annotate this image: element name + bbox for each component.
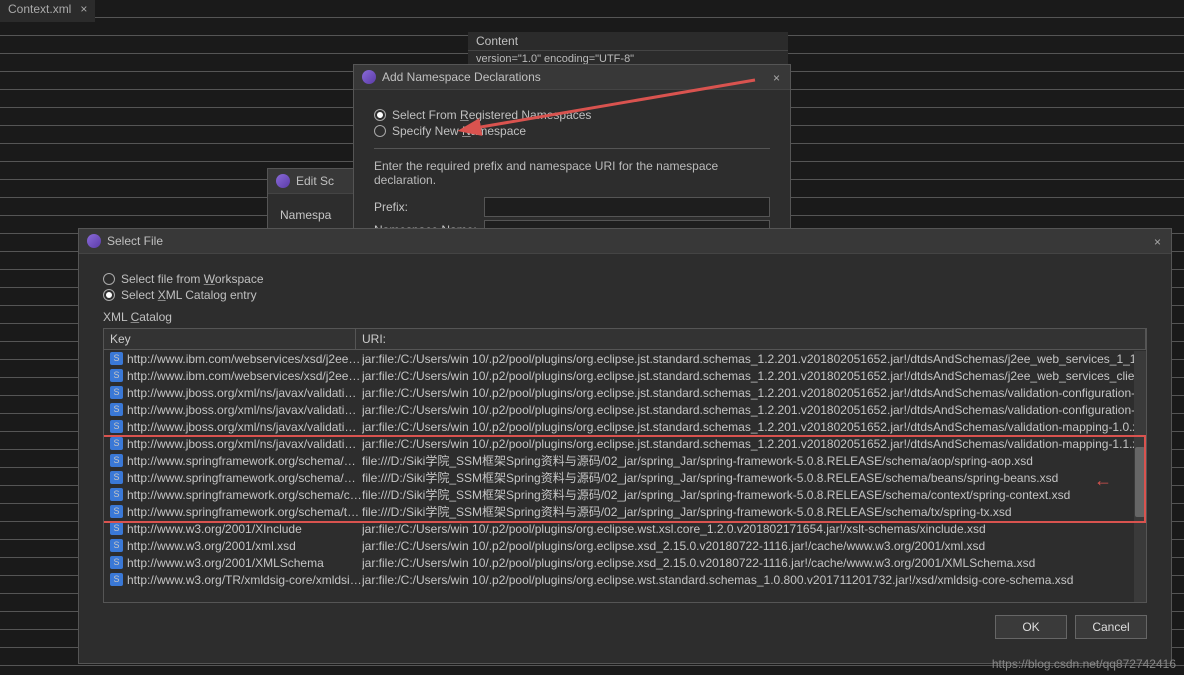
instruction-text: Enter the required prefix and namespace …: [374, 159, 770, 187]
table-row[interactable]: Shttp://www.ibm.com/webservices/xsd/j2ee…: [104, 367, 1146, 384]
row-key: http://www.springframework.org/schema/tx…: [127, 505, 362, 519]
row-key: http://www.jboss.org/xml/ns/javax/valida…: [127, 420, 362, 434]
row-uri: jar:file:/C:/Users/win 10/.p2/pool/plugi…: [362, 556, 1146, 570]
scrollbar-thumb[interactable]: [1135, 447, 1145, 517]
divider: [374, 148, 770, 149]
radio-label: Specify New Namespace: [392, 124, 526, 138]
row-uri: file:///D:/Siki学院_SSM框架Spring资料与源码/02_ja…: [362, 469, 1146, 486]
row-uri: jar:file:/C:/Users/win 10/.p2/pool/plugi…: [362, 369, 1146, 383]
table-row[interactable]: Shttp://www.jboss.org/xml/ns/javax/valid…: [104, 401, 1146, 418]
schema-icon: S: [110, 556, 123, 569]
row-key: http://www.w3.org/2001/XInclude: [127, 522, 302, 536]
row-uri: jar:file:/C:/Users/win 10/.p2/pool/plugi…: [362, 437, 1146, 451]
radio-icon: [103, 289, 115, 301]
catalog-label: XML Catalog: [103, 310, 1147, 324]
table-header: Key URI:: [104, 329, 1146, 350]
table-row[interactable]: Shttp://www.w3.org/2001/xml.xsd jar:file:…: [104, 537, 1146, 554]
schema-icon: S: [110, 352, 123, 365]
eclipse-icon: [276, 174, 290, 188]
scrollbar[interactable]: [1134, 351, 1146, 602]
row-key: http://www.ibm.com/webservices/xsd/j2ee_…: [127, 369, 362, 383]
row-uri: jar:file:/C:/Users/win 10/.p2/pool/plugi…: [362, 352, 1146, 366]
row-key: http://www.springframework.org/schema/ao…: [127, 454, 362, 468]
schema-icon: S: [110, 437, 123, 450]
table-row[interactable]: Shttp://www.jboss.org/xml/ns/javax/valid…: [104, 435, 1146, 452]
select-file-dialog: Select File × Select file from Workspace…: [78, 228, 1172, 664]
watermark: https://blog.csdn.net/qq872742416: [992, 657, 1176, 671]
schema-icon: S: [110, 488, 123, 501]
prefix-label: Prefix:: [374, 200, 478, 214]
tab-name: Context.xml: [8, 2, 71, 16]
row-key: http://www.jboss.org/xml/ns/javax/valida…: [127, 403, 362, 417]
ok-button[interactable]: OK: [995, 615, 1067, 639]
schema-icon: S: [110, 573, 123, 586]
schema-icon: S: [110, 420, 123, 433]
row-key: http://www.w3.org/2001/XMLSchema: [127, 556, 324, 570]
dialog-title: Add Namespace Declarations: [382, 70, 541, 84]
table-row[interactable]: Shttp://www.springframework.org/schema/c…: [104, 486, 1146, 503]
table-row[interactable]: Shttp://www.springframework.org/schema/b…: [104, 469, 1146, 486]
radio-xml-catalog[interactable]: Select XML Catalog entry: [103, 288, 1147, 302]
close-icon[interactable]: ×: [773, 71, 780, 85]
table-row[interactable]: Shttp://www.springframework.org/schema/t…: [104, 503, 1146, 520]
catalog-table: Key URI: Shttp://www.ibm.com/webservices…: [103, 328, 1147, 603]
close-icon[interactable]: ×: [1154, 235, 1161, 249]
row-key: http://www.w3.org/TR/xmldsig-core/xmldsi…: [127, 573, 362, 587]
row-uri: file:///D:/Siki学院_SSM框架Spring资料与源码/02_ja…: [362, 486, 1146, 503]
radio-label: Select From Registered Namespaces: [392, 108, 591, 122]
row-key: http://www.jboss.org/xml/ns/javax/valida…: [127, 386, 362, 400]
row-uri: jar:file:/C:/Users/win 10/.p2/pool/plugi…: [362, 403, 1146, 417]
radio-icon: [374, 109, 386, 121]
table-body: Shttp://www.ibm.com/webservices/xsd/j2ee…: [104, 350, 1146, 602]
table-row[interactable]: Shttp://www.ibm.com/webservices/xsd/j2ee…: [104, 350, 1146, 367]
row-uri: jar:file:/C:/Users/win 10/.p2/pool/plugi…: [362, 539, 1146, 553]
row-uri: file:///D:/Siki学院_SSM框架Spring资料与源码/02_ja…: [362, 503, 1146, 520]
schema-icon: S: [110, 522, 123, 535]
row-uri: file:///D:/Siki学院_SSM框架Spring资料与源码/02_ja…: [362, 452, 1146, 469]
radio-specify-new[interactable]: Specify New Namespace: [374, 124, 770, 138]
row-uri: jar:file:/C:/Users/win 10/.p2/pool/plugi…: [362, 573, 1146, 587]
dialog-title: Edit Sc: [296, 174, 334, 188]
radio-label: Select file from Workspace: [121, 272, 264, 286]
row-key: http://www.springframework.org/schema/be…: [127, 471, 362, 485]
table-row[interactable]: Shttp://www.w3.org/2001/XInclude jar:file…: [104, 520, 1146, 537]
col-key[interactable]: Key: [104, 329, 356, 349]
schema-icon: S: [110, 454, 123, 467]
editor-tab[interactable]: Context.xml ×: [0, 0, 95, 22]
dialog-titlebar[interactable]: Select File ×: [79, 229, 1171, 254]
table-row[interactable]: Shttp://www.w3.org/TR/xmldsig-core/xmlds…: [104, 571, 1146, 588]
radio-icon: [103, 273, 115, 285]
schema-icon: S: [110, 403, 123, 416]
row-key: http://www.w3.org/2001/xml.xsd: [127, 539, 296, 553]
radio-workspace[interactable]: Select file from Workspace: [103, 272, 1147, 286]
content-panel: Content version="1.0" encoding="UTF-8": [468, 32, 788, 67]
row-uri: jar:file:/C:/Users/win 10/.p2/pool/plugi…: [362, 420, 1146, 434]
table-row[interactable]: Shttp://www.w3.org/2001/XMLSchema jar:fil…: [104, 554, 1146, 571]
dialog-title: Select File: [107, 234, 163, 248]
content-header: Content: [468, 32, 788, 51]
row-uri: jar:file:/C:/Users/win 10/.p2/pool/plugi…: [362, 522, 1146, 536]
dialog-titlebar[interactable]: Add Namespace Declarations ×: [354, 65, 790, 90]
schema-icon: S: [110, 539, 123, 552]
schema-icon: S: [110, 386, 123, 399]
schema-icon: S: [110, 369, 123, 382]
eclipse-icon: [87, 234, 101, 248]
row-key: http://www.springframework.org/schema/co…: [127, 488, 362, 502]
schema-icon: S: [110, 505, 123, 518]
table-row[interactable]: Shttp://www.jboss.org/xml/ns/javax/valid…: [104, 418, 1146, 435]
row-key: http://www.jboss.org/xml/ns/javax/valida…: [127, 437, 362, 451]
cancel-button[interactable]: Cancel: [1075, 615, 1147, 639]
table-row[interactable]: Shttp://www.jboss.org/xml/ns/javax/valid…: [104, 384, 1146, 401]
row-uri: jar:file:/C:/Users/win 10/.p2/pool/plugi…: [362, 386, 1146, 400]
radio-icon: [374, 125, 386, 137]
col-uri[interactable]: URI:: [356, 329, 1146, 349]
tab-close-icon[interactable]: ×: [80, 2, 87, 16]
schema-icon: S: [110, 471, 123, 484]
row-key: http://www.ibm.com/webservices/xsd/j2ee_…: [127, 352, 362, 366]
eclipse-icon: [362, 70, 376, 84]
table-row[interactable]: Shttp://www.springframework.org/schema/a…: [104, 452, 1146, 469]
prefix-input[interactable]: [484, 197, 770, 217]
radio-label: Select XML Catalog entry: [121, 288, 257, 302]
radio-select-registered[interactable]: Select From Registered Namespaces: [374, 108, 770, 122]
